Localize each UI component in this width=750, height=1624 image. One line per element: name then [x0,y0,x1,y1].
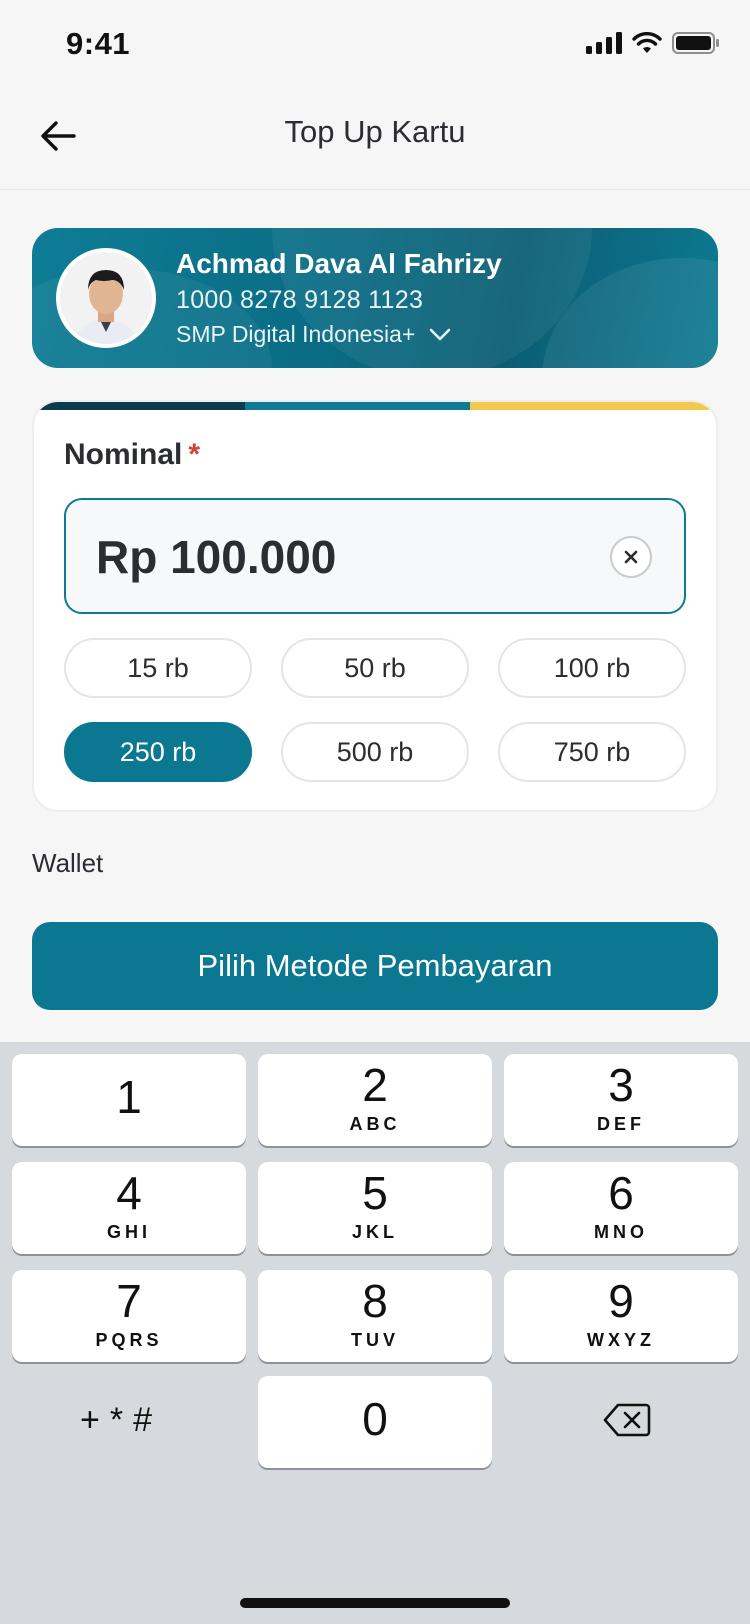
clear-button[interactable] [610,536,652,578]
chevron-down-icon [430,328,451,340]
student-name: Achmad Dava Al Fahrizy [176,248,502,279]
card-number: 1000 8278 9128 1123 [176,286,424,314]
student-card[interactable]: Achmad Dava Al Fahrizy 1000 8278 9128 11… [32,228,718,368]
amount-chip-100rb[interactable]: 100 rb [498,638,686,698]
wallet-label: Wallet [32,848,104,878]
key-0[interactable]: 0 [258,1376,492,1468]
key-digit: 0 [362,1393,388,1445]
school-name: SMP Digital Indonesia+ [176,321,416,347]
key-letters: TUV [351,1330,399,1350]
required-marker: * [188,438,201,471]
status-bar: 9:41 [0,0,750,92]
key-digit: 2 [362,1059,388,1111]
amount-chips: 15 rb 50 rb 100 rb 250 rb 500 rb 750 rb [64,638,686,782]
key-digit: 8 [362,1275,388,1327]
navigation-bar: Top Up Kartu [0,92,750,190]
amount-chip-750rb[interactable]: 750 rb [498,722,686,782]
nominal-label-text: Nominal [64,438,183,471]
home-indicator [240,1598,510,1608]
key-6[interactable]: 6 MNO [504,1162,738,1254]
nominal-card: Nominal * Rp 100.000 15 rb 50 rb 100 rb 2… [32,400,718,812]
choose-payment-method-button[interactable]: Pilih Metode Pembayaran [32,922,718,1010]
key-4[interactable]: 4 GHI [12,1162,246,1254]
key-digit: 7 [116,1275,142,1327]
key-5[interactable]: 5 JKL [258,1162,492,1254]
key-letters: DEF [597,1114,645,1134]
close-icon [624,550,638,564]
signal-icon [586,32,622,54]
key-3[interactable]: 3 DEF [504,1054,738,1146]
backspace-icon [603,1403,651,1437]
nominal-label: Nominal * [64,438,200,472]
amount-input[interactable]: Rp 100.000 [64,498,686,614]
key-digit: 6 [608,1167,634,1219]
key-letters: PQRS [95,1330,163,1350]
key-1[interactable]: 1 [12,1054,246,1146]
amount-value: Rp 100.000 [96,531,337,583]
avatar [56,248,156,348]
wifi-icon [632,32,662,53]
status-icons [586,32,720,54]
key-symbols[interactable]: +*# [4,1374,238,1466]
key-digit: 3 [608,1059,634,1111]
key-letters: ABC [349,1114,401,1134]
amount-chip-15rb[interactable]: 15 rb [64,638,252,698]
status-time: 9:41 [66,26,131,61]
key-digit: 5 [362,1167,388,1219]
amount-chip-500rb[interactable]: 500 rb [281,722,469,782]
key-2[interactable]: 2 ABC [258,1054,492,1146]
key-digit: 4 [116,1167,142,1219]
battery-icon [672,32,719,54]
student-photo [60,252,152,344]
amount-chip-50rb[interactable]: 50 rb [281,638,469,698]
card-accent-stripe [34,402,716,410]
symbols-label: +*# [80,1400,162,1439]
key-7[interactable]: 7 PQRS [12,1270,246,1362]
amount-chip-250rb[interactable]: 250 rb [64,722,252,782]
key-letters: JKL [351,1222,398,1242]
key-digit: 1 [116,1071,142,1123]
page-title: Top Up Kartu [284,114,466,149]
school-selector[interactable]: SMP Digital Indonesia+ [176,321,451,348]
key-letters: WXYZ [587,1330,655,1350]
key-9[interactable]: 9 WXYZ [504,1270,738,1362]
key-letters: GHI [106,1222,151,1242]
key-digit: 9 [608,1275,634,1327]
numeric-keyboard: 1 2 ABC 3 DEF 4 GHI 5 JKL 6 MNO 7 PQRS 8… [0,1042,750,1624]
key-delete[interactable] [510,1374,744,1466]
key-8[interactable]: 8 TUV [258,1270,492,1362]
key-letters: MNO [594,1222,648,1242]
